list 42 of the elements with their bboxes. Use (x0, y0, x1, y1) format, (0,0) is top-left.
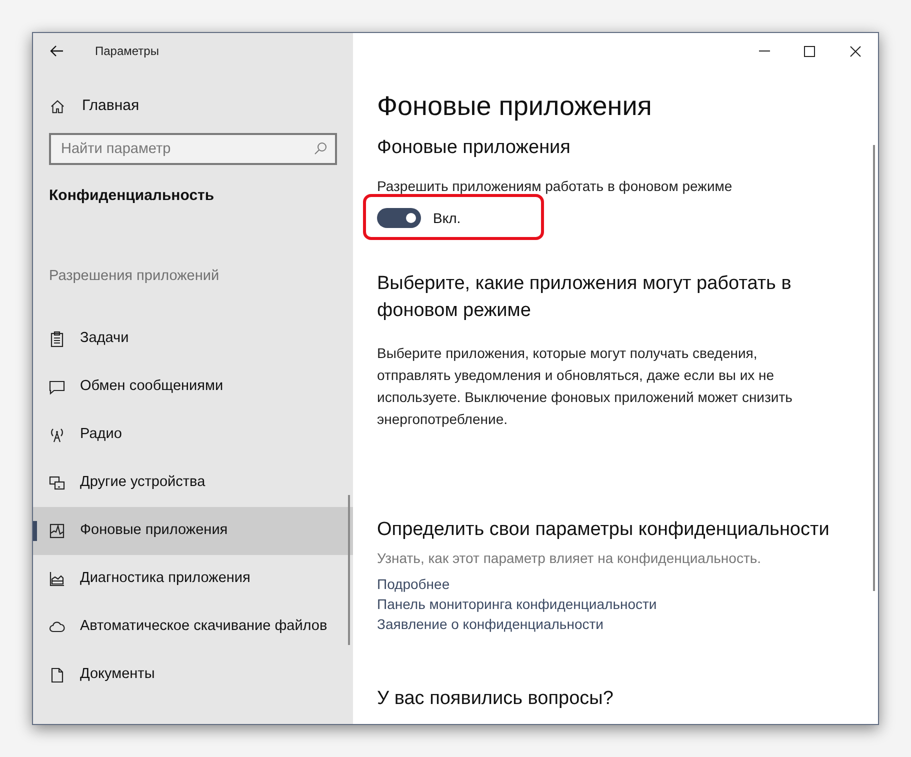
speech-bubble-icon (49, 379, 65, 396)
clipboard-icon (49, 331, 65, 348)
search-field[interactable]: Найти параметр (49, 133, 337, 165)
sidebar-item[interactable]: Другие устройства (33, 459, 353, 508)
section-heading: У вас появились вопросы? (377, 687, 614, 711)
page-title: Фоновые приложения (377, 90, 653, 123)
toggle-state: Вкл. (433, 208, 461, 228)
search-icon (314, 142, 327, 155)
section-title: Конфиденциальность (49, 186, 216, 206)
window-title: Параметры (95, 43, 159, 60)
sidebar-item[interactable]: Радио (33, 411, 353, 460)
selection-indicator (33, 521, 37, 542)
privacy-link[interactable]: Заявление о конфиденциальности (377, 614, 604, 634)
privacy-link[interactable]: Подробнее (377, 574, 450, 594)
toggle-switch[interactable] (377, 208, 421, 228)
sidebar-item[interactable]: Обмен сообщениями (33, 363, 353, 412)
antenna-icon (49, 427, 65, 444)
section-heading: Фоновые приложения (377, 136, 572, 160)
note-text: Узнать, как этот параметр влияет на конфиденциальность. (377, 549, 762, 568)
sidebar-item[interactable]: Документы (33, 651, 353, 700)
group-label: Разрешения приложений (49, 266, 220, 286)
back-arrow-icon[interactable] (50, 45, 64, 57)
document-icon (49, 667, 65, 684)
sidebar-item[interactable]: Фоновые приложения (33, 507, 353, 556)
home-icon (50, 98, 65, 114)
area-chart-icon (49, 571, 65, 588)
sidebar-item[interactable]: Диагностика приложения (33, 555, 353, 604)
sidebar-item[interactable]: Автоматическое скачивание файлов (33, 603, 353, 652)
devices-icon (49, 475, 65, 492)
scrollbar[interactable] (348, 495, 350, 645)
description-text: Выберите приложения, которые могут получать сведения, отправлять уведомления и обновляться, даже если вы их не используете. Выключение фоновых приложений может снизить энергопотребление. (377, 344, 794, 429)
scrollbar[interactable] (873, 145, 875, 591)
setting-label: Разрешить приложениям работать в фоновом режиме (377, 177, 734, 196)
sidebar-item[interactable]: Задачи (33, 315, 353, 364)
minimize-icon[interactable] (759, 50, 770, 52)
section-heading: Определить свои параметры конфиденциальности (377, 518, 830, 542)
activity-chart-icon (49, 523, 65, 540)
home-link[interactable]: Главная (82, 94, 140, 118)
close-icon[interactable] (850, 46, 861, 56)
maximize-icon[interactable] (804, 46, 815, 56)
privacy-link[interactable]: Панель мониторинга конфиденциальности (377, 594, 657, 614)
section-heading: Выберите, какие приложения могут работать в фоновом режиме (377, 272, 792, 323)
